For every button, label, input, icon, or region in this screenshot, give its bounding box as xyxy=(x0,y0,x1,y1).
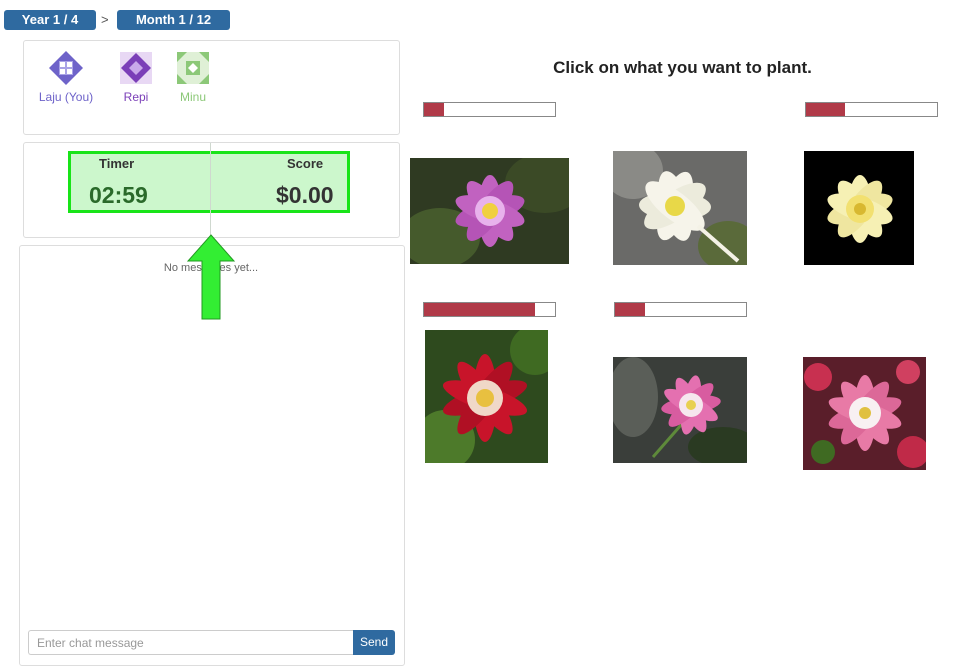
plant-progress-bar xyxy=(423,302,556,317)
player-avatar-icon xyxy=(177,52,209,84)
score-value: $0.00 xyxy=(276,182,334,208)
month-indicator: Month 1 / 12 xyxy=(117,10,230,30)
flower-option-white[interactable] xyxy=(613,151,747,265)
plant-progress-bar xyxy=(614,302,747,317)
breadcrumb-separator: > xyxy=(101,12,109,27)
player-repi: Repi xyxy=(108,50,164,104)
panel-divider xyxy=(210,143,211,237)
player-avatar-icon xyxy=(49,51,83,85)
white-columbine-flower-icon xyxy=(613,151,747,265)
instruction-text: Click on what you want to plant. xyxy=(553,58,812,77)
player-avatar-icon xyxy=(120,52,152,84)
timer-label: Timer xyxy=(99,156,135,171)
flower-option-pink[interactable] xyxy=(613,357,747,463)
flower-option-pink-white[interactable] xyxy=(803,357,926,470)
player-laju: Laju (You) xyxy=(38,50,94,104)
pink-columbine-flower-icon xyxy=(613,357,747,463)
player-name: Minu xyxy=(179,90,206,104)
plant-progress-bar xyxy=(805,102,938,117)
pink-white-columbine-flower-icon xyxy=(803,357,926,470)
flower-option-red[interactable] xyxy=(425,330,548,463)
plant-progress-bar xyxy=(423,102,556,117)
yellow-columbine-flower-icon xyxy=(804,151,914,265)
player-minu: Minu xyxy=(165,50,221,104)
highlight-arrow-icon xyxy=(186,234,236,320)
send-button[interactable]: Send xyxy=(353,630,395,655)
chat-input[interactable] xyxy=(28,630,353,655)
score-label: Score xyxy=(287,156,324,171)
player-name: Repi xyxy=(123,90,149,104)
year-indicator: Year 1 / 4 xyxy=(4,10,96,30)
timer-value: 02:59 xyxy=(89,182,148,208)
red-columbine-flower-icon xyxy=(425,330,548,463)
purple-columbine-flower-icon xyxy=(410,158,569,264)
player-name: Laju (You) xyxy=(38,90,94,104)
flower-option-yellow[interactable] xyxy=(804,151,914,265)
flower-option-purple[interactable] xyxy=(410,158,569,264)
